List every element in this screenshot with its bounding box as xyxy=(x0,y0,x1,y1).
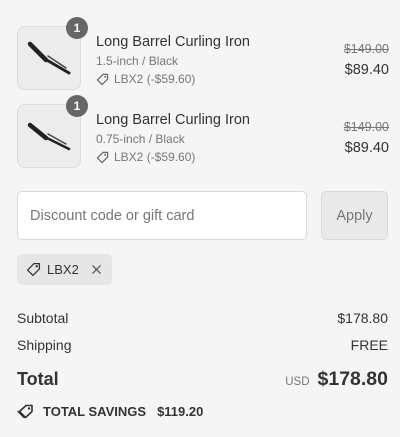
discount-code-input[interactable] xyxy=(17,191,307,240)
item-discount: LBX2 (-$59.60) xyxy=(96,150,195,164)
original-price: $149.00 xyxy=(343,120,389,134)
tag-icon xyxy=(26,262,41,277)
apply-button[interactable]: Apply xyxy=(321,191,388,240)
item-discount: LBX2 (-$59.60) xyxy=(96,72,195,86)
product-variant: 1.5-inch / Black xyxy=(96,54,179,68)
subtotal-value: $178.80 xyxy=(337,310,388,326)
total-label: Total xyxy=(17,369,59,389)
shipping-label: Shipping xyxy=(17,337,72,353)
close-icon[interactable] xyxy=(91,264,102,275)
product-variant: 0.75-inch / Black xyxy=(96,132,185,146)
shipping-value: FREE xyxy=(350,337,388,353)
tag-icon xyxy=(96,73,109,86)
total-row: Total USD $178.80 xyxy=(17,368,388,391)
curling-iron-icon xyxy=(27,41,71,75)
line-item: 1 Long Barrel Curling Iron 0.75-inch / B… xyxy=(17,95,389,168)
item-price: $89.40 xyxy=(344,62,389,78)
subtotal-label: Subtotal xyxy=(17,310,69,326)
product-title: Long Barrel Curling Iron xyxy=(96,34,250,50)
subtotal-row: Subtotal $178.80 xyxy=(17,310,388,326)
total-amount: USD $178.80 xyxy=(285,368,388,391)
product-title: Long Barrel Curling Iron xyxy=(96,112,250,128)
shipping-row: Shipping FREE xyxy=(17,337,388,353)
currency-code: USD xyxy=(285,376,310,388)
tag-icon xyxy=(96,151,109,164)
item-discount-label: LBX2 (-$59.60) xyxy=(114,150,196,164)
savings-value: $119.20 xyxy=(157,404,204,419)
savings-tag-icon xyxy=(17,404,34,419)
quantity-badge: 1 xyxy=(66,17,88,39)
item-discount-label: LBX2 (-$59.60) xyxy=(114,72,196,86)
original-price: $149.00 xyxy=(343,42,389,56)
total-savings: TOTAL SAVINGS $119.20 xyxy=(17,404,203,419)
line-item: 1 Long Barrel Curling Iron 1.5-inch / Bl… xyxy=(17,17,389,90)
quantity-badge: 1 xyxy=(66,95,88,117)
applied-code-chip: LBX2 xyxy=(17,254,112,285)
total-value: $178.80 xyxy=(317,368,389,390)
applied-code-label: LBX2 xyxy=(47,262,79,277)
curling-iron-icon xyxy=(27,122,71,151)
item-price: $89.40 xyxy=(344,140,389,156)
savings-label: TOTAL SAVINGS xyxy=(43,404,147,419)
